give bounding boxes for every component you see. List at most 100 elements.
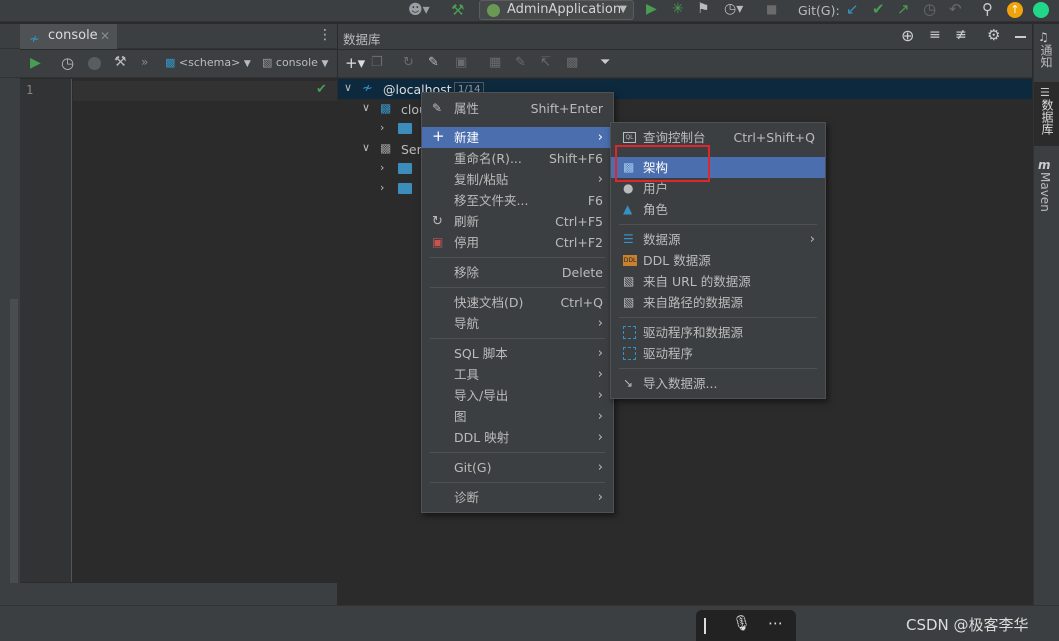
session-icon: ▧ — [262, 56, 273, 69]
expand-all-icon[interactable]: ≡ — [929, 27, 941, 43]
keyboard-cursor-icon[interactable] — [704, 618, 706, 634]
console-icon[interactable]: ▩ — [566, 55, 578, 70]
menu-item-refresh[interactable]: ↻ 刷新 Ctrl+F5 — [422, 211, 613, 232]
status-bar: 🎙 ⋯ CSDN @极客李华 — [0, 605, 1059, 641]
update-icon[interactable]: ↑ — [1007, 2, 1023, 18]
menu-item-disable[interactable]: ▣ 停用 Ctrl+F2 — [422, 232, 613, 253]
menu-item-label: SQL 脚本 — [454, 346, 508, 361]
menu-separator — [619, 368, 817, 369]
menu-item-shortcut: F6 — [587, 193, 603, 208]
submenu-item-driver[interactable]: 驱动程序 — [611, 343, 825, 364]
properties-icon[interactable]: ✎ — [428, 55, 439, 70]
chevron-right-icon: › — [380, 161, 385, 174]
notifications-tool[interactable]: ♫ 通知 — [1038, 30, 1055, 71]
menu-item-remove[interactable]: 移除 Delete — [422, 262, 613, 283]
mysql-dolphin-icon: ≁ — [362, 81, 373, 96]
menu-item-shortcut: Shift+Enter — [530, 101, 603, 116]
microphone-icon[interactable]: 🎙 — [732, 614, 751, 632]
collapse-all-icon[interactable]: ≢ — [955, 27, 967, 43]
database-tool[interactable]: ☰ 数据库 — [1034, 82, 1059, 146]
table-icon[interactable]: ▦ — [489, 55, 501, 70]
menu-item-new[interactable]: + 新建 › — [422, 127, 613, 148]
refresh-icon[interactable]: ↻ — [403, 55, 414, 70]
tab-console[interactable]: ≁ console ✕ — [20, 24, 117, 49]
jump-icon[interactable]: ↸ — [540, 55, 551, 70]
session-selector-label: console — [275, 56, 318, 69]
disconnect-icon[interactable]: ▣ — [455, 55, 467, 70]
crosshair-icon[interactable]: ⊕ — [901, 26, 914, 45]
menu-item-git[interactable]: Git(G) › — [422, 457, 613, 478]
wrench-icon[interactable]: ⚒ — [114, 54, 127, 70]
edit-icon[interactable]: ✎ — [515, 55, 526, 70]
menu-item-label: 复制/粘贴 — [454, 172, 509, 187]
chevron-down-icon: ∨ — [362, 141, 371, 154]
copy-icon[interactable]: ❐ — [371, 55, 383, 70]
coverage-icon[interactable]: ⚑ — [697, 1, 710, 17]
session-selector[interactable]: ▧ console ▼ — [262, 56, 328, 72]
run-icon[interactable]: ▶ — [646, 1, 657, 17]
menu-item-quick-doc[interactable]: 快速文档(D) Ctrl+Q — [422, 292, 613, 313]
profile-icon[interactable]: ◷▾ — [724, 1, 743, 17]
execute-icon[interactable]: ▶ — [30, 55, 41, 71]
git-update-icon[interactable]: ↙ — [846, 0, 859, 18]
add-icon[interactable]: +▾ — [345, 54, 365, 72]
refresh-icon: ↻ — [432, 214, 443, 229]
menu-item-copy-paste[interactable]: 复制/粘贴 › — [422, 169, 613, 190]
git-history-icon[interactable]: ◷ — [923, 0, 936, 18]
run-config-selector[interactable]: AdminApplication ▼ — [479, 0, 634, 20]
submenu-item-url-data-source[interactable]: ▧ 来自 URL 的数据源 — [611, 271, 825, 292]
menu-separator — [619, 317, 817, 318]
database-label: 数据库 — [1040, 99, 1054, 135]
properties-icon: ✎ — [432, 101, 443, 115]
menu-item-sql-scripts[interactable]: SQL 脚本 › — [422, 343, 613, 364]
submenu-item-import-sources[interactable]: ↘ 导入数据源... — [611, 373, 825, 394]
menu-item-label: 来自路径的数据源 — [643, 295, 744, 310]
close-icon[interactable]: ✕ — [100, 24, 110, 48]
gear-icon[interactable]: ⚙ — [987, 26, 1000, 44]
git-commit-icon[interactable]: ✔ — [872, 0, 885, 18]
menu-item-tools[interactable]: 工具 › — [422, 364, 613, 385]
submenu-item-path-data-source[interactable]: ▧ 来自路径的数据源 — [611, 292, 825, 313]
menu-item-rename[interactable]: 重命名(R)... Shift+F6 — [422, 148, 613, 169]
scrollbar-thumb[interactable] — [10, 299, 18, 599]
menu-item-ddl-mapping[interactable]: DDL 映射 › — [422, 427, 613, 448]
stop-icon[interactable]: ■ — [766, 2, 777, 16]
submenu-item-role[interactable]: ▲ 角色 — [611, 199, 825, 220]
submenu-item-data-source[interactable]: ☰ 数据源 › — [611, 229, 825, 250]
jetbrains-logo-icon[interactable] — [1033, 2, 1049, 18]
stop-circle-icon[interactable] — [88, 57, 101, 70]
database-toolbar: +▾ ❐ ↻ ✎ ▣ ▦ ✎ ↸ ▩ ⏷ — [338, 50, 1032, 78]
debug-bug-icon[interactable]: ✳ — [672, 1, 684, 17]
schema-selector[interactable]: ▩ <schema> ▼ — [165, 56, 251, 72]
more-horizontal-icon[interactable]: ⋯ — [768, 614, 783, 632]
import-icon: ↘ — [623, 376, 634, 390]
submenu-item-drivers-and-sources[interactable]: 驱动程序和数据源 — [611, 322, 825, 343]
menu-item-import-export[interactable]: 导入/导出 › — [422, 385, 613, 406]
git-rollback-icon[interactable]: ↶ — [949, 0, 962, 18]
menu-item-navigate[interactable]: 导航 › — [422, 313, 613, 334]
search-icon[interactable]: ⚲ — [982, 0, 993, 18]
spring-icon — [487, 4, 500, 17]
driver-icon — [623, 347, 636, 360]
menu-item-move-to-folder[interactable]: 移至文件夹... F6 — [422, 190, 613, 211]
sql-editor[interactable]: ✔ — [73, 79, 337, 582]
more-vertical-icon[interactable]: ⋮ — [318, 27, 332, 43]
submenu-item-ddl-data-source[interactable]: DDL DDL 数据源 — [611, 250, 825, 271]
menu-item-properties[interactable]: ✎ 属性 Shift+Enter — [422, 98, 613, 119]
schema-selector-label: <schema> — [178, 56, 241, 69]
minimize-icon[interactable] — [1015, 36, 1026, 38]
watermark: CSDN @极客李华 — [906, 616, 1029, 634]
git-push-icon[interactable]: ↗ — [897, 0, 910, 18]
chevron-right-icon: › — [597, 409, 603, 424]
filter-icon[interactable]: ⏷ — [600, 55, 610, 70]
menu-item-diagram[interactable]: 图 › — [422, 406, 613, 427]
menu-item-label: 工具 — [454, 367, 480, 382]
menu-item-diagnostics[interactable]: 诊断 › — [422, 487, 613, 508]
chevron-right-icon: › — [597, 490, 603, 505]
menu-item-label: 角色 — [643, 202, 669, 217]
maven-tool[interactable]: m Maven — [1038, 158, 1052, 215]
chevron-double-right-icon[interactable]: » — [141, 55, 148, 69]
history-icon[interactable]: ◷ — [61, 54, 74, 72]
user-icon[interactable]: ☻▾ — [408, 2, 430, 18]
build-hammer-icon[interactable]: ⚒ — [451, 1, 464, 19]
